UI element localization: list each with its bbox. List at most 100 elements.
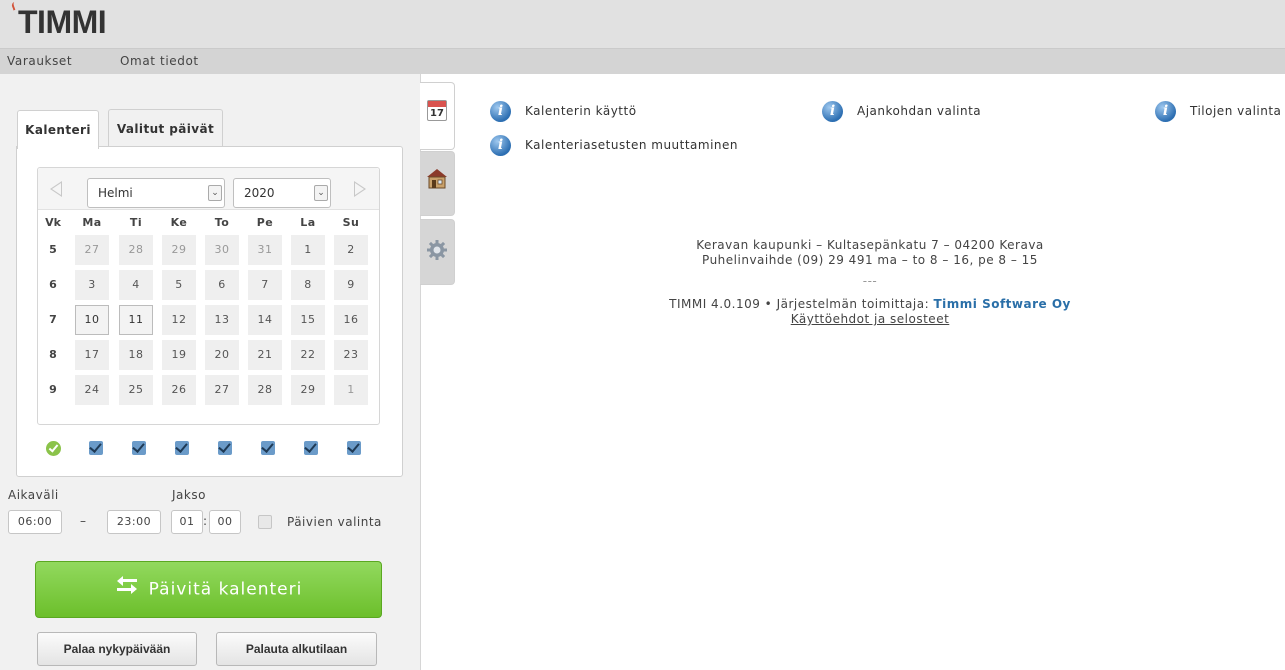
next-month-icon[interactable]: [354, 181, 366, 197]
prev-month-icon[interactable]: [50, 181, 62, 197]
week-number: 7: [49, 313, 57, 326]
weekday-header: Ti: [129, 216, 143, 229]
info-icon[interactable]: i: [822, 101, 843, 122]
calendar-day[interactable]: 21: [248, 340, 282, 370]
week-number: 6: [49, 278, 57, 291]
calendar-day[interactable]: 7: [248, 270, 282, 300]
footer-version: TIMMI 4.0.109 • Järjestelmän toimittaja:…: [455, 297, 1285, 311]
paivien-valinta-checkbox[interactable]: [258, 515, 272, 529]
logo[interactable]: TIMMI: [18, 4, 107, 41]
week-number: 5: [49, 243, 57, 256]
calendar-day[interactable]: 24: [75, 375, 109, 405]
calendar-day[interactable]: 28: [119, 235, 153, 265]
footer-separator: ---: [862, 274, 878, 288]
help-link-time-selection[interactable]: Ajankohdan valinta: [857, 104, 981, 118]
week-number: 9: [49, 383, 57, 396]
calendar-day[interactable]: 3: [75, 270, 109, 300]
calendar-day[interactable]: 31: [248, 235, 282, 265]
reset-button[interactable]: Palauta alkutilaan: [216, 632, 377, 666]
return-today-button[interactable]: Palaa nykypäivään: [37, 632, 197, 666]
weekday-checkbox[interactable]: [89, 441, 103, 455]
info-icon[interactable]: i: [490, 101, 511, 122]
calendar-day[interactable]: 10: [75, 305, 109, 335]
side-tab-spaces[interactable]: [420, 151, 455, 216]
chevron-down-icon: ⌄: [314, 185, 328, 201]
calendar-day[interactable]: 9: [334, 270, 368, 300]
select-all-check-icon[interactable]: [46, 441, 61, 456]
calendar-day[interactable]: 12: [162, 305, 196, 335]
weekday-checkbox[interactable]: [175, 441, 189, 455]
weekday-header: Ke: [170, 216, 188, 229]
help-link-calendar-use[interactable]: Kalenterin käyttö: [525, 104, 637, 118]
weekday-header: Pe: [256, 216, 274, 229]
nav-item-varaukset[interactable]: Varaukset: [7, 54, 72, 68]
calendar-day[interactable]: 15: [291, 305, 325, 335]
time-range-dash: –: [80, 514, 87, 528]
help-link-space-selection[interactable]: Tilojen valinta: [1190, 104, 1281, 118]
jakso-minutes-field[interactable]: 00: [209, 510, 241, 534]
calendar-day[interactable]: 6: [205, 270, 239, 300]
start-time-field[interactable]: 06:00: [8, 510, 62, 534]
year-select-value: 2020: [244, 186, 275, 200]
update-calendar-button[interactable]: Päivitä kalenteri: [35, 561, 382, 618]
weekday-checkbox[interactable]: [132, 441, 146, 455]
tab-kalenteri[interactable]: Kalenteri: [17, 110, 99, 149]
calendar-day[interactable]: 13: [205, 305, 239, 335]
nav-item-omat-tiedot[interactable]: Omat tiedot: [120, 54, 199, 68]
weekday-header: La: [300, 216, 316, 229]
calendar-day[interactable]: 19: [162, 340, 196, 370]
calendar-day[interactable]: 22: [291, 340, 325, 370]
update-calendar-label: Päivitä kalenteri: [148, 579, 303, 600]
side-tab-calendar[interactable]: 17: [420, 82, 455, 150]
calendar-day[interactable]: 29: [291, 375, 325, 405]
weekday-checkbox[interactable]: [347, 441, 361, 455]
weekday-checkbox[interactable]: [218, 441, 232, 455]
calendar-day[interactable]: 18: [119, 340, 153, 370]
calendar-day[interactable]: 27: [205, 375, 239, 405]
gear-icon: [427, 240, 447, 260]
weekday-checkbox[interactable]: [304, 441, 318, 455]
calendar-day[interactable]: 23: [334, 340, 368, 370]
side-tab-settings[interactable]: [420, 219, 455, 285]
weekday-checkbox[interactable]: [261, 441, 275, 455]
weekday-header: Ma: [82, 216, 102, 229]
end-time-field[interactable]: 23:00: [107, 510, 161, 534]
info-icon[interactable]: i: [1155, 101, 1176, 122]
terms-link[interactable]: Käyttöehdot ja selosteet: [791, 312, 950, 326]
week-number-header: Vk: [45, 216, 61, 229]
calendar-day[interactable]: 28: [248, 375, 282, 405]
calendar-day[interactable]: 5: [162, 270, 196, 300]
calendar-day[interactable]: 14: [248, 305, 282, 335]
year-select[interactable]: 2020 ⌄: [233, 178, 331, 208]
calendar-day[interactable]: 1: [291, 235, 325, 265]
calendar-day[interactable]: 29: [162, 235, 196, 265]
calendar-icon-day: 17: [430, 108, 444, 119]
month-calendar: Helmi ⌄ 2020 ⌄ Vk Ma Ti Ke To Pe La Su 5 27 28 29 30…: [37, 167, 380, 425]
calendar-day[interactable]: 11: [119, 305, 153, 335]
week-number: 8: [49, 348, 57, 361]
calendar-day[interactable]: 26: [162, 375, 196, 405]
month-select[interactable]: Helmi ⌄: [87, 178, 225, 208]
tab-valitut-paivat[interactable]: Valitut päivät: [108, 109, 223, 147]
footer-phone: Puhelinvaihde (09) 29 491 ma – to 8 – 16…: [702, 253, 1038, 267]
aikavali-label: Aikaväli: [8, 488, 59, 502]
calendar-day[interactable]: 16: [334, 305, 368, 335]
calendar-day[interactable]: 17: [75, 340, 109, 370]
calendar-day[interactable]: 4: [119, 270, 153, 300]
calendar-day[interactable]: 2: [334, 235, 368, 265]
house-icon: [427, 169, 447, 189]
calendar-day[interactable]: 25: [119, 375, 153, 405]
calendar-day[interactable]: 27: [75, 235, 109, 265]
calendar-day[interactable]: 20: [205, 340, 239, 370]
info-icon[interactable]: i: [490, 135, 511, 156]
help-link-calendar-settings[interactable]: Kalenteriasetusten muuttaminen: [525, 138, 738, 152]
jakso-colon: :: [203, 514, 208, 528]
month-select-value: Helmi: [98, 186, 133, 200]
footer-terms-row: Käyttöehdot ja selosteet: [455, 312, 1285, 326]
jakso-label: Jakso: [172, 488, 206, 502]
vendor-link[interactable]: Timmi Software Oy: [933, 297, 1070, 311]
jakso-hours-field[interactable]: 01: [171, 510, 203, 534]
calendar-day[interactable]: 1: [334, 375, 368, 405]
calendar-day[interactable]: 8: [291, 270, 325, 300]
calendar-day[interactable]: 30: [205, 235, 239, 265]
